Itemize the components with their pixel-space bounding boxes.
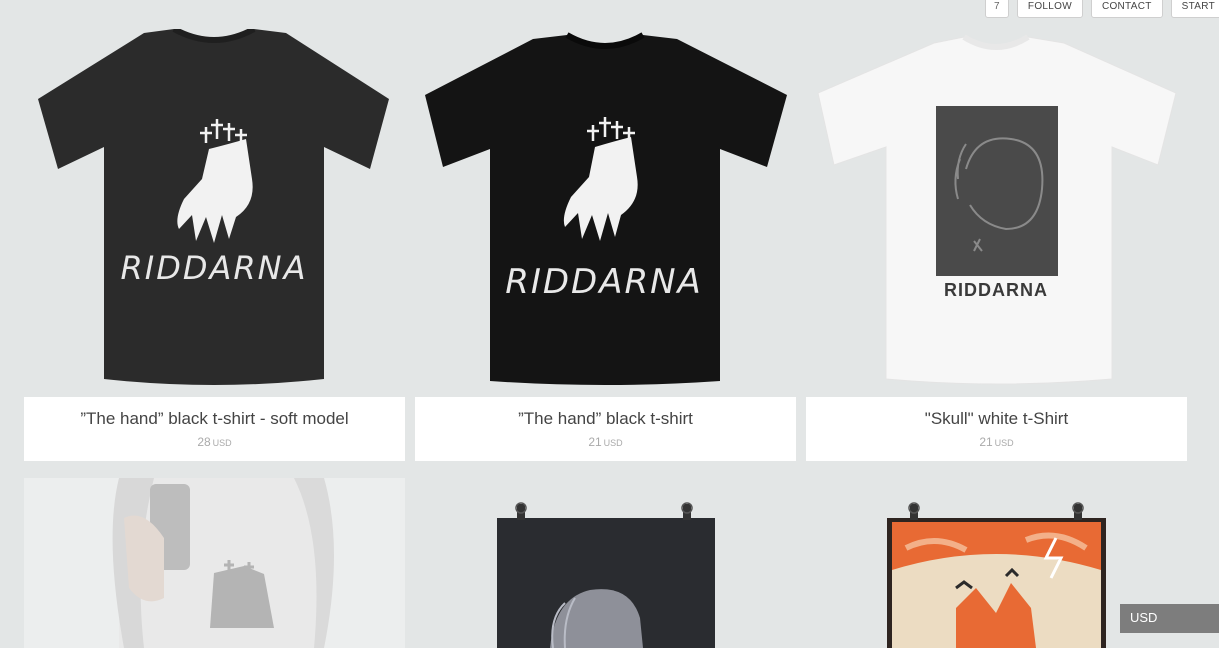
product-price: 21 USD xyxy=(415,435,796,449)
product-card[interactable]: RIDDARNA ”The hand” black t-shirt 21 USD xyxy=(415,29,796,461)
product-card[interactable]: RIDDARNA "Skull" white t-Shirt 21 USD xyxy=(806,29,1187,461)
start-button[interactable]: START xyxy=(1170,0,1219,18)
follow-button[interactable]: FOLLOW xyxy=(1016,0,1083,18)
product-price: 28 USD xyxy=(24,435,405,449)
product-image[interactable]: RIDDARNA xyxy=(24,29,405,397)
product-card[interactable] xyxy=(24,478,405,648)
price-currency: USD xyxy=(603,438,623,448)
price-currency: USD xyxy=(212,438,232,448)
product-title[interactable]: ”The hand” black t-shirt xyxy=(415,397,796,429)
product-title[interactable]: ”The hand” black t-shirt - soft model xyxy=(24,397,405,429)
product-image xyxy=(497,502,715,648)
product-price: 21 USD xyxy=(806,435,1187,449)
price-currency: USD xyxy=(994,438,1014,448)
product-card[interactable]: RIDDARNA ”The hand” black t-shirt - soft… xyxy=(24,29,405,461)
product-caption[interactable]: ”The hand” black t-shirt - soft model 28… xyxy=(24,397,405,461)
product-caption[interactable]: "Skull" white t-Shirt 21 USD xyxy=(806,397,1187,461)
product-card[interactable] xyxy=(415,478,796,648)
cart-count-badge[interactable]: 7 xyxy=(985,0,1009,18)
product-image xyxy=(112,478,334,648)
currency-selector[interactable]: USD xyxy=(1120,604,1219,633)
skull-print-frame xyxy=(936,106,1058,276)
price-value: 21 xyxy=(979,435,993,449)
product-image[interactable]: RIDDARNA xyxy=(415,29,796,397)
top-nav: 7 FOLLOW CONTACT START xyxy=(985,0,1219,18)
price-value: 28 xyxy=(197,435,211,449)
price-value: 21 xyxy=(588,435,602,449)
contact-button[interactable]: CONTACT xyxy=(1090,0,1163,18)
shirt-print-text: RIDDARNA xyxy=(505,262,703,302)
shirt-print-text: RIDDARNA xyxy=(944,280,1048,300)
shirt-print-text: RIDDARNA xyxy=(121,249,308,287)
product-title[interactable]: "Skull" white t-Shirt xyxy=(806,397,1187,429)
product-image[interactable]: RIDDARNA xyxy=(806,29,1187,397)
product-caption[interactable]: ”The hand” black t-shirt 21 USD xyxy=(415,397,796,461)
